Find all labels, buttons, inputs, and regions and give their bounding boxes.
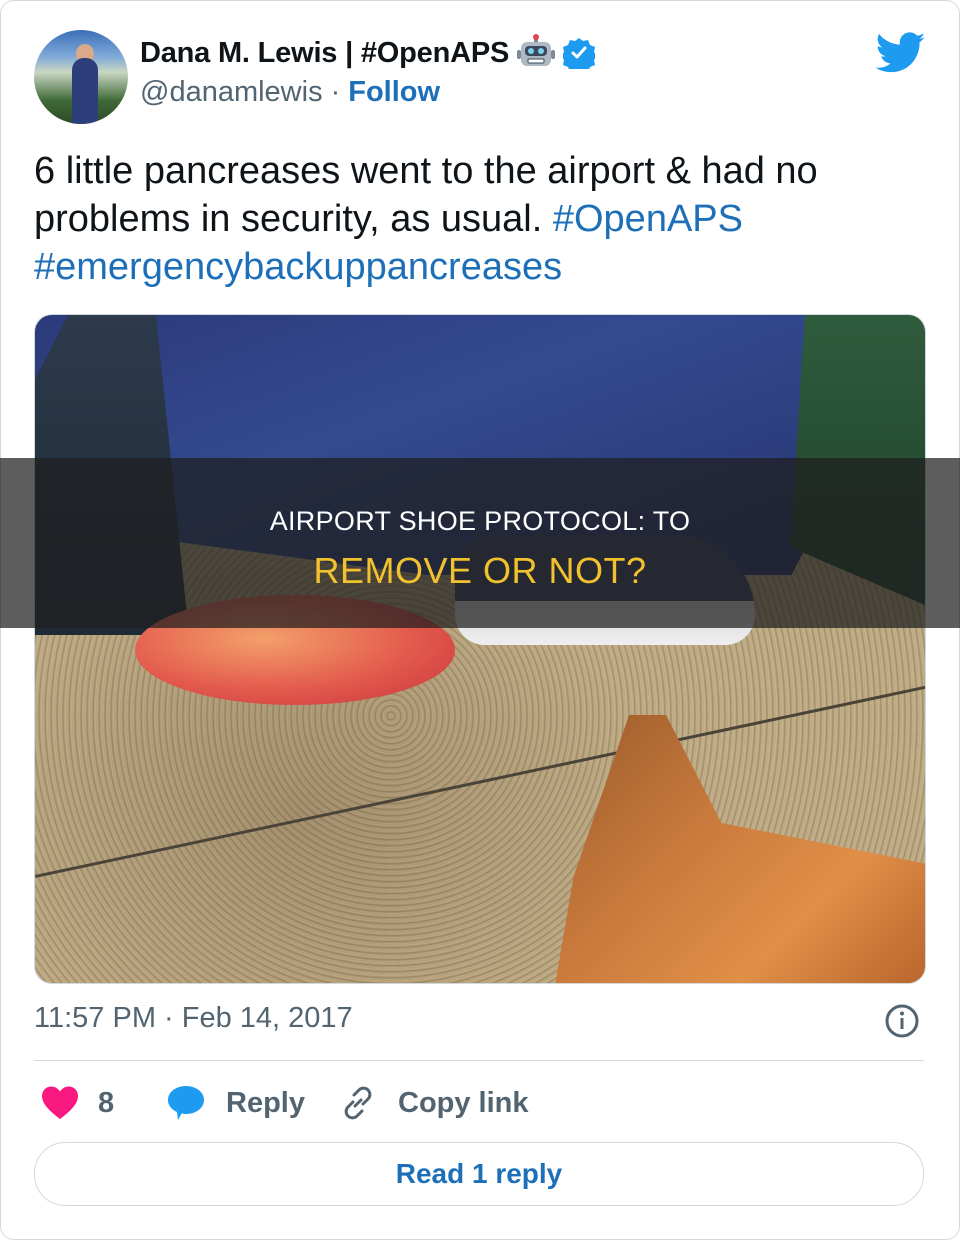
author-handle-row: @danamlewis · Follow xyxy=(140,76,440,109)
author-display-name[interactable]: Dana M. Lewis | #OpenAPS xyxy=(140,37,509,70)
overlay-title-line2: REMOVE OR NOT? xyxy=(313,550,647,591)
author-handle[interactable]: @danamlewis xyxy=(140,76,323,109)
link-icon xyxy=(344,1086,372,1120)
info-icon[interactable] xyxy=(884,1003,920,1039)
twitter-bird-icon[interactable] xyxy=(876,32,926,74)
divider xyxy=(34,1060,924,1061)
tweet-text: 6 little pancreases went to the airport … xyxy=(34,147,914,291)
verified-badge-icon xyxy=(563,38,596,69)
heart-icon xyxy=(42,1086,78,1119)
action-bar: 8 Reply Copy link xyxy=(34,1078,924,1128)
robot-icon xyxy=(517,34,556,66)
avatar[interactable] xyxy=(34,30,128,124)
avatar-body xyxy=(72,58,98,124)
follow-link[interactable]: Follow xyxy=(348,76,440,109)
like-button[interactable]: 8 xyxy=(40,1078,114,1128)
handle-separator: · xyxy=(330,76,341,108)
overlay-title-line1: AIRPORT SHOE PROTOCOL: TO xyxy=(269,506,691,536)
hashtag-emergencybackuppancreases[interactable]: #emergencybackuppancreases xyxy=(34,246,562,288)
tweet-photo[interactable] xyxy=(34,314,926,984)
reply-button[interactable]: Reply xyxy=(166,1078,305,1128)
read-replies-button[interactable]: Read 1 reply xyxy=(34,1142,924,1206)
title-overlay: AIRPORT SHOE PROTOCOL: TO REMOVE OR NOT? xyxy=(0,458,960,628)
tweet-timestamp[interactable]: 11:57 PM · Feb 14, 2017 xyxy=(34,1002,353,1035)
author-name-row: Dana M. Lewis | #OpenAPS xyxy=(140,34,596,72)
reply-label: Reply xyxy=(226,1086,305,1119)
reply-bubble-icon xyxy=(168,1086,204,1120)
like-count: 8 xyxy=(98,1086,115,1119)
copy-link-label: Copy link xyxy=(398,1086,529,1119)
hashtag-openaps[interactable]: #OpenAPS xyxy=(553,198,743,240)
copy-link-button[interactable]: Copy link xyxy=(340,1078,529,1128)
